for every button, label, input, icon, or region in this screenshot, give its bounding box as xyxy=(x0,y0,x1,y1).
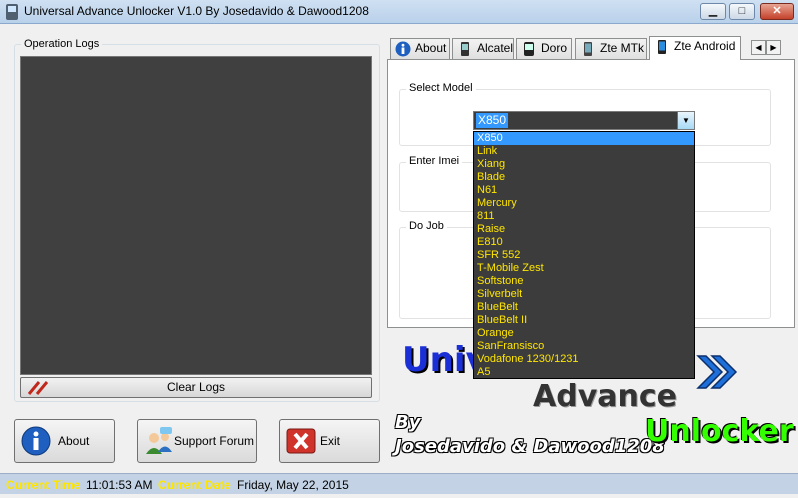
tab-zte-mtk[interactable]: Zte MTk xyxy=(575,38,647,59)
model-option[interactable]: X850 xyxy=(474,132,694,145)
tab-doro-label: Doro xyxy=(541,41,568,55)
model-select-value: X850 xyxy=(476,113,509,128)
status-bar: Current Time 11:01:53 AM Current Date Fr… xyxy=(0,473,798,494)
model-option[interactable]: E810 xyxy=(474,236,694,249)
support-forum-label: Support Forum xyxy=(174,434,255,448)
tab-about[interactable]: About xyxy=(390,38,450,59)
phone-app-icon xyxy=(6,4,18,20)
window-title: Universal Advance Unlocker V1.0 By Josed… xyxy=(24,4,369,18)
phone-icon xyxy=(461,42,469,56)
model-option[interactable]: Silverbelt xyxy=(474,288,694,301)
model-option[interactable]: Orange xyxy=(474,327,694,340)
model-option[interactable]: Vodafone 1230/1231 xyxy=(474,353,694,366)
red-x-icon xyxy=(286,428,316,454)
tab-zte-android-label: Zte Android xyxy=(674,39,736,53)
about-button[interactable]: About xyxy=(14,419,115,463)
info-icon xyxy=(21,426,51,456)
tab-alcatel[interactable]: Alcatel xyxy=(452,38,514,59)
model-option[interactable]: Link xyxy=(474,145,694,158)
eraser-icon xyxy=(27,381,49,395)
model-dropdown-list[interactable]: X850 Link Xiang Blade N61 Mercury 811 Raise E810… xyxy=(473,131,695,379)
operation-logs-label: Operation Logs xyxy=(21,38,103,50)
current-date-label: Current Date xyxy=(158,478,231,492)
tab-alcatel-label: Alcatel xyxy=(477,41,514,55)
logo-unlocker-text: Unlocker xyxy=(645,414,794,449)
tab-doro[interactable]: Doro xyxy=(516,38,572,59)
model-option[interactable]: T-Mobile Zest xyxy=(474,262,694,275)
current-time-label: Current Time xyxy=(6,478,81,492)
minimize-button[interactable]: ▁ xyxy=(700,3,726,20)
users-chat-icon xyxy=(146,427,172,454)
about-button-label: About xyxy=(58,434,90,448)
double-chevron-right-icon xyxy=(696,355,738,389)
model-option[interactable]: N61 xyxy=(474,184,694,197)
phone-icon xyxy=(584,42,592,56)
logo-authors-text: Josedavido & Dawood1208 xyxy=(395,436,665,457)
model-select[interactable]: X850 ▼ xyxy=(473,111,695,130)
do-job-label: Do Job xyxy=(406,220,447,232)
operation-logs-textarea[interactable] xyxy=(20,56,372,375)
maximize-button[interactable]: □ xyxy=(729,3,755,20)
model-option[interactable]: SFR 552 xyxy=(474,249,694,262)
tab-about-label: About xyxy=(415,41,447,55)
model-option[interactable]: 811 xyxy=(474,210,694,223)
model-option[interactable]: Mercury xyxy=(474,197,694,210)
info-icon xyxy=(395,41,411,57)
current-time-value: 11:01:53 AM xyxy=(86,478,153,492)
phone-icon xyxy=(658,40,666,54)
tab-scroll-left-icon[interactable]: ◀ xyxy=(751,40,766,55)
phone-icon xyxy=(524,42,534,56)
exit-label: Exit xyxy=(320,434,341,448)
exit-button[interactable]: Exit xyxy=(279,419,380,463)
title-bar: Universal Advance Unlocker V1.0 By Josed… xyxy=(0,0,798,24)
model-option[interactable]: BlueBelt II xyxy=(474,314,694,327)
model-option[interactable]: Softstone xyxy=(474,275,694,288)
tab-zte-android[interactable]: Zte Android xyxy=(649,36,741,60)
select-model-label: Select Model xyxy=(406,82,476,94)
logo-advance-text: Advance xyxy=(533,379,677,414)
clear-logs-label: Clear Logs xyxy=(166,380,226,394)
tab-zte-mtk-label: Zte MTk xyxy=(600,41,644,55)
model-option[interactable]: A5 xyxy=(474,366,694,378)
tab-scroll-right-icon[interactable]: ▶ xyxy=(766,40,781,55)
model-option[interactable]: BlueBelt xyxy=(474,301,694,314)
close-button[interactable]: ✕ xyxy=(760,3,794,20)
model-option[interactable]: Raise xyxy=(474,223,694,236)
current-date-value: Friday, May 22, 2015 xyxy=(237,478,349,492)
support-forum-button[interactable]: Support Forum xyxy=(137,419,257,463)
model-option[interactable]: Xiang xyxy=(474,158,694,171)
chevron-down-icon[interactable]: ▼ xyxy=(677,112,694,129)
clear-logs-button[interactable]: Clear Logs xyxy=(20,377,372,398)
enter-imei-label: Enter Imei xyxy=(406,155,463,167)
model-option[interactable]: SanFransisco xyxy=(474,340,694,353)
model-option[interactable]: Blade xyxy=(474,171,694,184)
logo-by-text: By xyxy=(395,412,421,433)
